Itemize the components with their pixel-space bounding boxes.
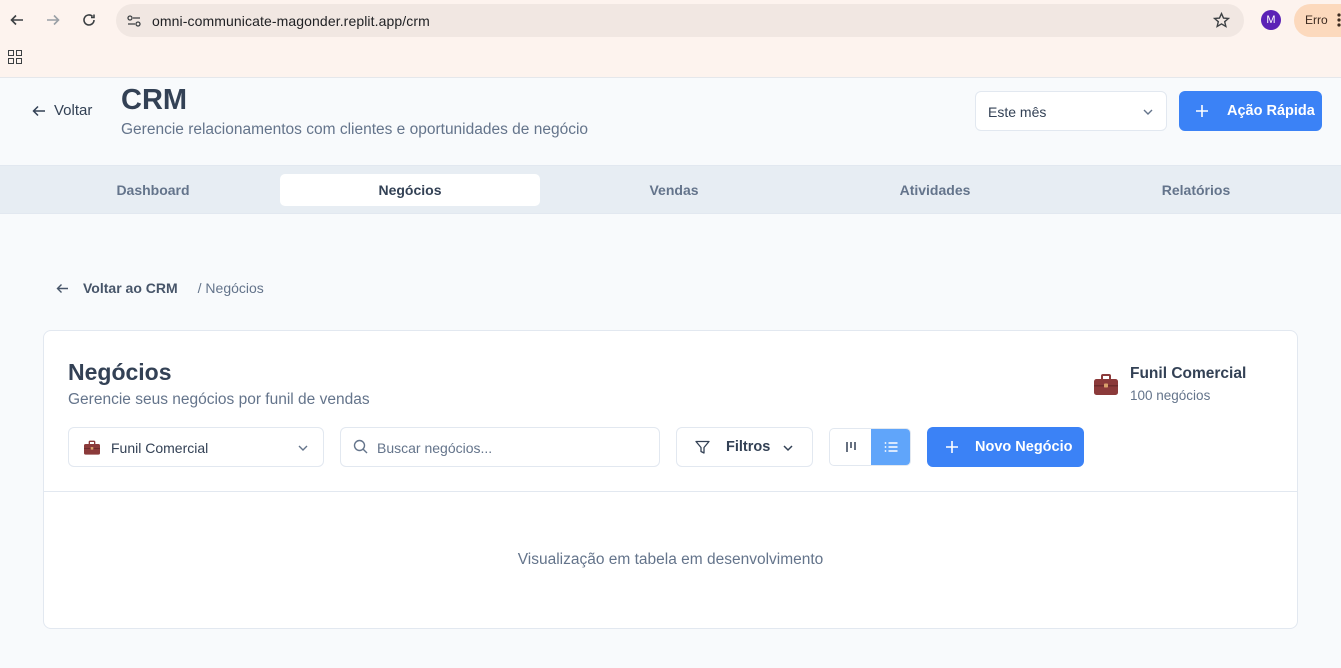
tab-atividades[interactable]: Atividades <box>805 174 1065 206</box>
profile-avatar[interactable]: M <box>1261 10 1281 30</box>
card-subtitle: Gerencie seus negócios por funil de vend… <box>68 391 370 408</box>
error-chip-label: Erro <box>1305 13 1328 27</box>
search-icon <box>353 439 368 454</box>
breadcrumb-current: / Negócios <box>197 280 264 296</box>
funnel-select-value: Funil Comercial <box>111 440 209 456</box>
apps-grid-icon[interactable] <box>8 50 22 64</box>
tab-dashboard[interactable]: Dashboard <box>23 174 283 206</box>
funnel-summary: Funil Comercial 100 negócios <box>1093 365 1273 405</box>
more-vert-icon[interactable] <box>1337 12 1341 28</box>
forward-arrow-icon[interactable] <box>41 8 65 32</box>
reload-icon[interactable] <box>77 8 101 32</box>
chevron-down-icon <box>298 445 308 451</box>
plus-icon <box>1196 105 1208 117</box>
app-header: Voltar CRM Gerencie relacionamentos com … <box>0 78 1341 166</box>
tab-relatorios[interactable]: Relatórios <box>1066 174 1326 206</box>
filters-button[interactable]: Filtros <box>676 427 813 467</box>
quick-action-button[interactable]: Ação Rápida <box>1179 91 1322 131</box>
breadcrumb: Voltar ao CRM / Negócios <box>56 280 264 296</box>
filters-label: Filtros <box>726 439 771 455</box>
period-select[interactable]: Este mês <box>975 91 1167 131</box>
chevron-down-icon <box>783 445 793 452</box>
back-button[interactable]: Voltar <box>32 102 92 119</box>
error-chip[interactable]: Erro <box>1294 4 1341 37</box>
tab-negocios[interactable]: Negócios <box>280 174 540 206</box>
briefcase-icon <box>1094 374 1118 395</box>
tab-vendas[interactable]: Vendas <box>544 174 804 206</box>
arrow-left-icon[interactable] <box>56 282 69 295</box>
search-box <box>340 427 660 467</box>
list-view-button[interactable] <box>871 429 910 465</box>
browser-toolbar: omni-communicate-magonder.replit.app/crm… <box>0 0 1341 78</box>
funnel-count: 100 negócios <box>1130 388 1211 403</box>
deals-card: Negócios Gerencie seus negócios por funi… <box>43 330 1298 629</box>
address-bar[interactable]: omni-communicate-magonder.replit.app/crm <box>116 4 1244 37</box>
period-value: Este mês <box>988 104 1047 120</box>
tab-bar: Dashboard Negócios Vendas Atividades Rel… <box>0 166 1341 214</box>
site-settings-icon[interactable] <box>126 13 142 29</box>
arrow-left-icon <box>32 105 45 116</box>
new-deal-label: Novo Negócio <box>975 439 1073 455</box>
briefcase-icon <box>84 440 100 455</box>
plus-icon <box>946 441 958 453</box>
back-label: Voltar <box>54 102 93 119</box>
bookmark-star-icon[interactable] <box>1213 12 1230 29</box>
kanban-view-button[interactable] <box>830 429 871 465</box>
funnel-select[interactable]: Funil Comercial <box>68 427 324 467</box>
page-subtitle: Gerencie relacionamentos com clientes e … <box>121 121 589 138</box>
view-toggle <box>829 428 911 466</box>
filter-icon <box>695 440 710 454</box>
card-title: Negócios <box>68 359 172 385</box>
list-icon <box>884 442 898 452</box>
card-divider <box>44 491 1297 492</box>
back-to-crm-link[interactable]: Voltar ao CRM <box>83 280 178 296</box>
funnel-name: Funil Comercial <box>1130 365 1247 382</box>
url-text[interactable]: omni-communicate-magonder.replit.app/crm <box>152 13 430 29</box>
new-deal-button[interactable]: Novo Negócio <box>927 427 1084 467</box>
quick-action-label: Ação Rápida <box>1227 103 1315 119</box>
empty-state-message: Visualização em tabela em desenvolviment… <box>517 551 824 568</box>
chevron-down-icon <box>1143 109 1153 115</box>
kanban-icon <box>845 442 856 452</box>
search-input[interactable] <box>377 437 647 459</box>
back-arrow-icon[interactable] <box>5 8 29 32</box>
page-title: CRM <box>121 84 188 116</box>
